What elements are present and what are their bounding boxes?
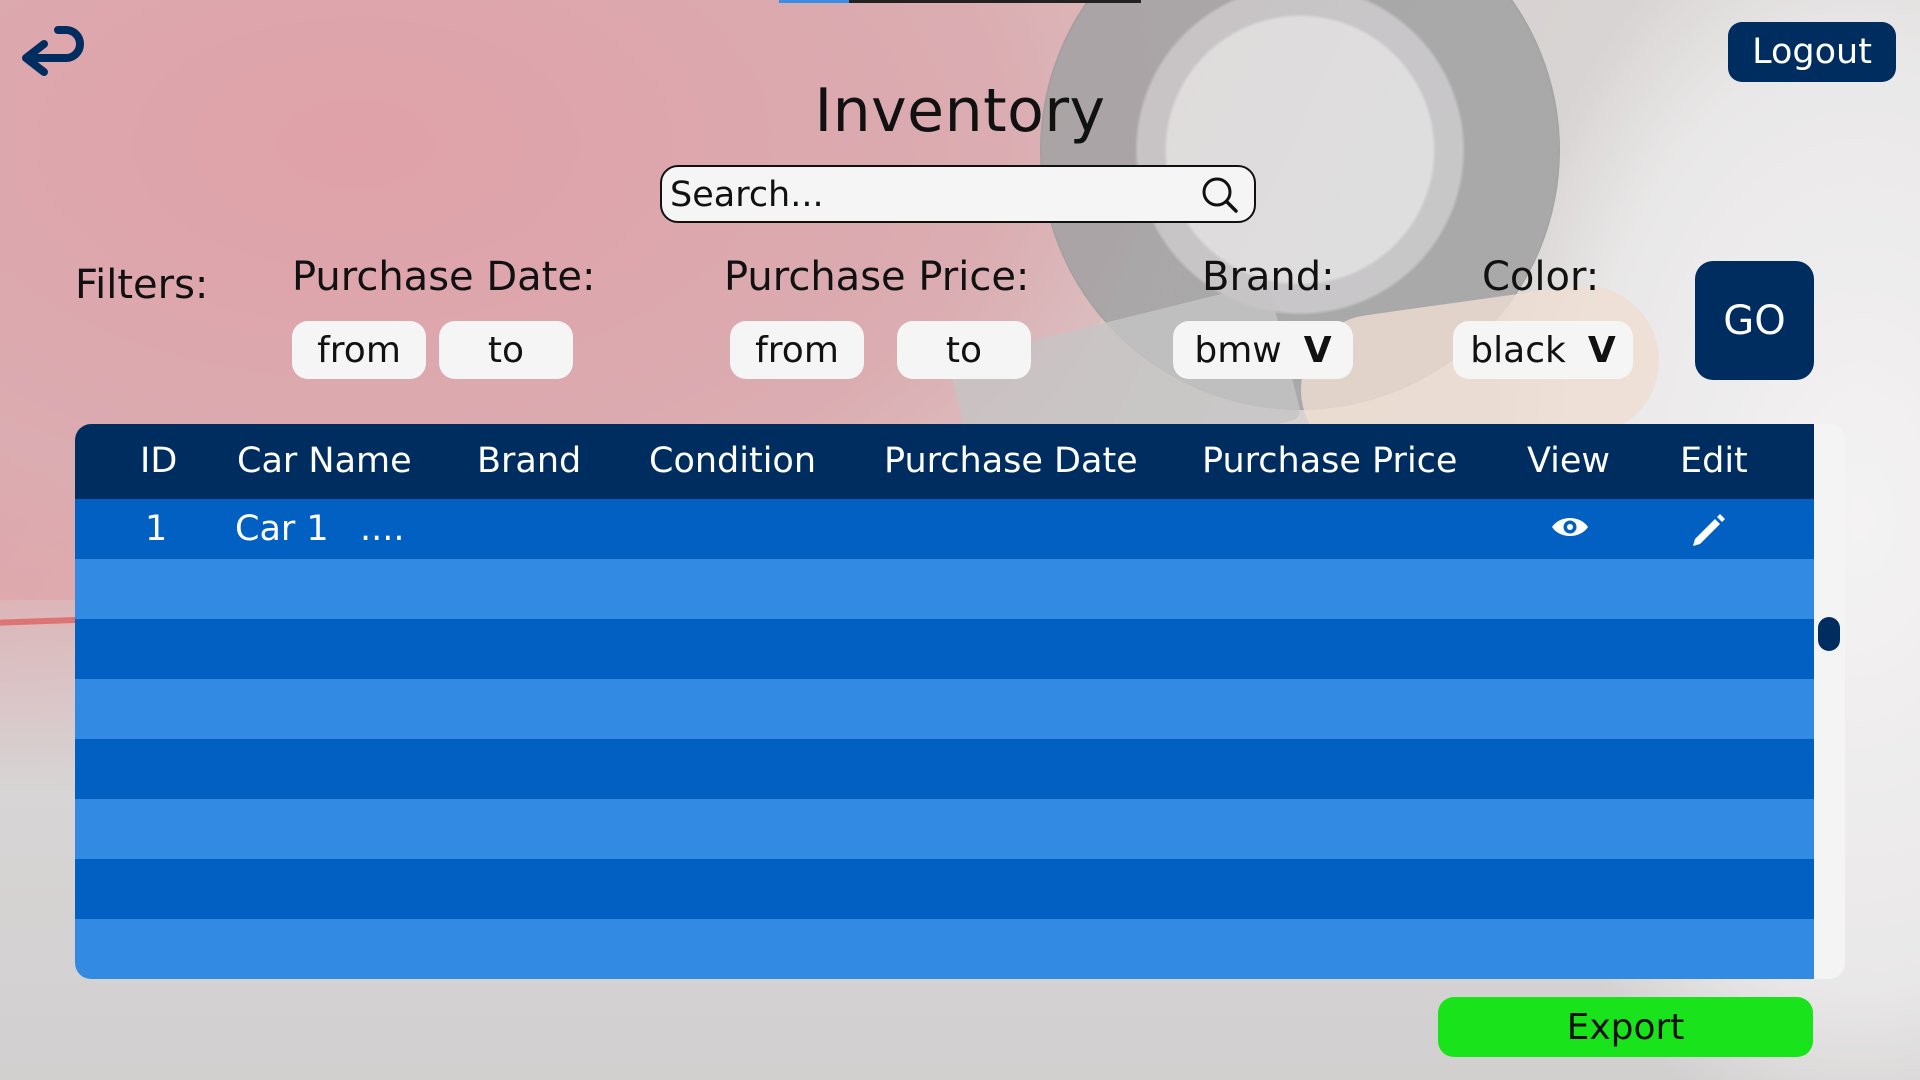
purchase-date-label: Purchase Date: xyxy=(292,254,596,300)
table-header: ID Car Name Brand Condition Purchase Dat… xyxy=(75,424,1814,499)
search-bar xyxy=(660,165,1256,223)
pencil-icon[interactable] xyxy=(1687,509,1727,549)
eye-icon[interactable] xyxy=(1550,512,1590,542)
back-button[interactable] xyxy=(18,22,84,80)
logout-button[interactable]: Logout xyxy=(1728,22,1896,82)
brand-select[interactable]: bmw V xyxy=(1173,321,1353,379)
chevron-down-icon: V xyxy=(1303,329,1332,371)
table-row[interactable] xyxy=(75,859,1814,919)
column-header-id: ID xyxy=(140,441,178,481)
color-select[interactable]: black V xyxy=(1453,321,1633,379)
purchase-date-from-field[interactable]: from xyxy=(292,321,426,379)
table-row[interactable] xyxy=(75,679,1814,739)
color-select-value: black xyxy=(1470,329,1566,371)
cell-id: 1 xyxy=(145,509,168,549)
column-header-view: View xyxy=(1527,441,1611,481)
purchase-price-from-field[interactable]: from xyxy=(730,321,864,379)
go-button[interactable]: GO xyxy=(1695,261,1814,380)
table-row[interactable] xyxy=(75,799,1814,859)
export-button[interactable]: Export xyxy=(1438,997,1813,1057)
filters-label: Filters: xyxy=(75,262,209,308)
table-row[interactable] xyxy=(75,619,1814,679)
purchase-price-label: Purchase Price: xyxy=(724,254,1030,300)
purchase-date-to-field[interactable]: to xyxy=(439,321,573,379)
top-tab-indicator xyxy=(779,0,1141,3)
table-row[interactable] xyxy=(75,739,1814,799)
table-row[interactable] xyxy=(75,919,1814,979)
table-row[interactable]: 1 Car 1 .... xyxy=(75,499,1814,559)
chevron-down-icon: V xyxy=(1587,329,1616,371)
table-row[interactable] xyxy=(75,559,1814,619)
purchase-price-to-field[interactable]: to xyxy=(897,321,1031,379)
column-header-condition: Condition xyxy=(649,441,817,481)
search-icon[interactable] xyxy=(1200,175,1240,215)
column-header-car-name: Car Name xyxy=(237,441,412,481)
brand-select-value: bmw xyxy=(1194,329,1282,371)
cell-car-name: Car 1 xyxy=(235,509,329,549)
color-label: Color: xyxy=(1482,254,1600,300)
back-arrow-icon xyxy=(22,26,84,76)
page-title: Inventory xyxy=(814,76,1106,146)
column-header-purchase-date: Purchase Date xyxy=(884,441,1138,481)
brand-label: Brand: xyxy=(1202,254,1335,300)
column-header-purchase-price: Purchase Price xyxy=(1202,441,1458,481)
search-input[interactable] xyxy=(668,167,1192,223)
column-header-brand: Brand xyxy=(477,441,582,481)
cell-brand: .... xyxy=(360,509,405,549)
column-header-edit: Edit xyxy=(1680,441,1748,481)
table-scrollbar-thumb[interactable] xyxy=(1818,617,1840,651)
inventory-table: ID Car Name Brand Condition Purchase Dat… xyxy=(75,424,1845,979)
